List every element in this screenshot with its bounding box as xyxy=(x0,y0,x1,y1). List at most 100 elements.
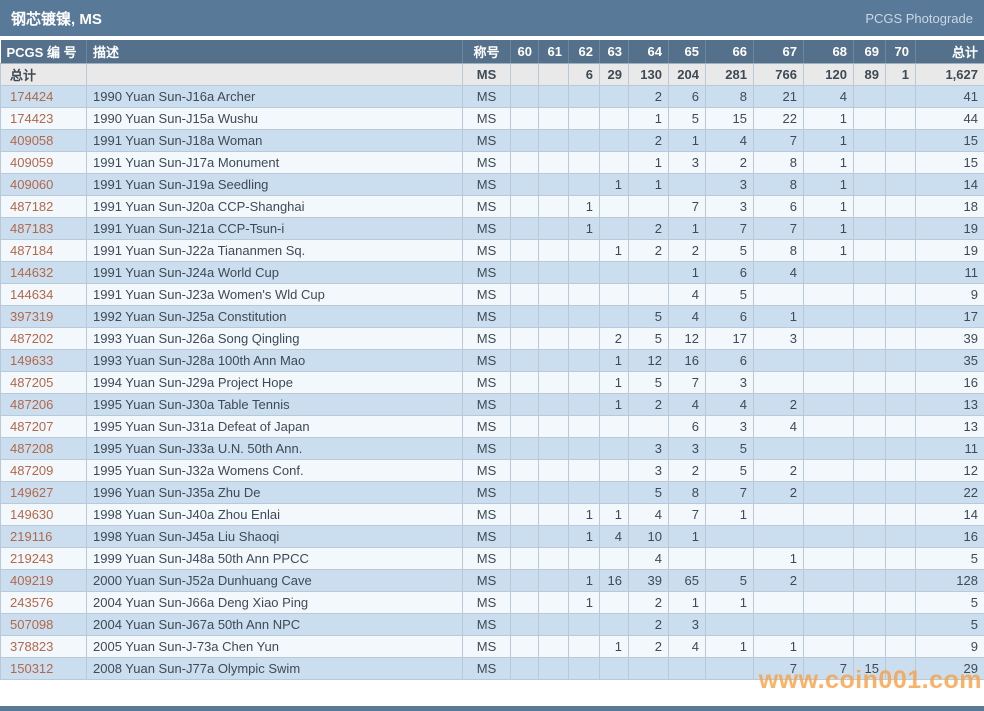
grade-count-62 xyxy=(569,107,600,129)
grade-count-63: 1 xyxy=(600,349,629,371)
row-total: 11 xyxy=(916,261,984,283)
grade-count-67 xyxy=(754,591,804,613)
pcgs-number-link[interactable]: 507098 xyxy=(1,613,87,635)
grade-count-63 xyxy=(600,415,629,437)
grade-count-63: 16 xyxy=(600,569,629,591)
grade-count-61 xyxy=(539,349,569,371)
totals-grade-70: 1 xyxy=(886,63,916,85)
grade-count-70 xyxy=(886,151,916,173)
col-header-grade-66: 66 xyxy=(706,40,754,63)
grade-count-66: 7 xyxy=(706,217,754,239)
grade-count-66: 5 xyxy=(706,569,754,591)
coin-description: 1995 Yuan Sun-J33a U.N. 50th Ann. xyxy=(87,437,463,459)
pcgs-number-link[interactable]: 487207 xyxy=(1,415,87,437)
pcgs-number-link[interactable]: 144632 xyxy=(1,261,87,283)
table-row: 1446341991 Yuan Sun-J23a Women's Wld Cup… xyxy=(1,283,984,305)
grade-count-65: 1 xyxy=(669,217,706,239)
grade-count-69 xyxy=(854,613,886,635)
grade-count-66: 1 xyxy=(706,503,754,525)
pcgs-number-link[interactable]: 409059 xyxy=(1,151,87,173)
designation-value: MS xyxy=(463,371,511,393)
pcgs-number-link[interactable]: 378823 xyxy=(1,635,87,657)
totals-grade-64: 130 xyxy=(629,63,669,85)
pcgs-number-link[interactable]: 487206 xyxy=(1,393,87,415)
grade-count-67: 6 xyxy=(754,195,804,217)
grade-count-60 xyxy=(511,349,539,371)
table-row: 4090591991 Yuan Sun-J17a MonumentMS13281… xyxy=(1,151,984,173)
grade-count-70 xyxy=(886,635,916,657)
pcgs-number-link[interactable]: 144634 xyxy=(1,283,87,305)
grade-count-68 xyxy=(804,481,854,503)
pcgs-number-link[interactable]: 409060 xyxy=(1,173,87,195)
coin-description: 2004 Yuan Sun-J67a 50th Ann NPC xyxy=(87,613,463,635)
bottom-bar xyxy=(0,706,984,711)
grade-count-65: 7 xyxy=(669,503,706,525)
pcgs-number-link[interactable]: 487205 xyxy=(1,371,87,393)
pcgs-number-link[interactable]: 174424 xyxy=(1,85,87,107)
grade-count-68: 1 xyxy=(804,239,854,261)
grade-count-68: 7 xyxy=(804,657,854,679)
table-row: 4872051994 Yuan Sun-J29a Project HopeMS1… xyxy=(1,371,984,393)
designation-value: MS xyxy=(463,437,511,459)
pcgs-number-link[interactable]: 149633 xyxy=(1,349,87,371)
coin-description: 1991 Yuan Sun-J23a Women's Wld Cup xyxy=(87,283,463,305)
col-header-grade-63: 63 xyxy=(600,40,629,63)
grade-count-65: 1 xyxy=(669,129,706,151)
pcgs-number-link[interactable]: 487183 xyxy=(1,217,87,239)
pcgs-number-link[interactable]: 243576 xyxy=(1,591,87,613)
grade-count-60 xyxy=(511,525,539,547)
row-total: 44 xyxy=(916,107,984,129)
pcgs-number-link[interactable]: 487182 xyxy=(1,195,87,217)
pcgs-number-link[interactable]: 174423 xyxy=(1,107,87,129)
grade-count-66: 2 xyxy=(706,151,754,173)
pcgs-number-link[interactable]: 487202 xyxy=(1,327,87,349)
pcgs-number-link[interactable]: 149630 xyxy=(1,503,87,525)
grade-count-69 xyxy=(854,481,886,503)
header-row: PCGS 编 号 描述 称号 60 61 62 63 64 65 66 67 6… xyxy=(1,40,984,63)
designation-value: MS xyxy=(463,525,511,547)
grade-count-66: 5 xyxy=(706,283,754,305)
grade-count-64: 5 xyxy=(629,481,669,503)
row-total: 9 xyxy=(916,283,984,305)
grade-count-66: 17 xyxy=(706,327,754,349)
photograde-label[interactable]: PCGS Photograde xyxy=(865,11,973,26)
grade-count-63 xyxy=(600,459,629,481)
grade-count-70 xyxy=(886,481,916,503)
grade-count-60 xyxy=(511,569,539,591)
grade-count-61 xyxy=(539,481,569,503)
pcgs-number-link[interactable]: 487184 xyxy=(1,239,87,261)
pcgs-number-link[interactable]: 487209 xyxy=(1,459,87,481)
grade-count-60 xyxy=(511,283,539,305)
grade-count-66: 3 xyxy=(706,173,754,195)
grade-count-67 xyxy=(754,283,804,305)
grade-count-69 xyxy=(854,569,886,591)
pcgs-number-link[interactable]: 150312 xyxy=(1,657,87,679)
grade-count-70 xyxy=(886,129,916,151)
pcgs-number-link[interactable]: 397319 xyxy=(1,305,87,327)
coin-description: 1999 Yuan Sun-J48a 50th Ann PPCC xyxy=(87,547,463,569)
grade-count-61 xyxy=(539,261,569,283)
totals-designation: MS xyxy=(463,63,511,85)
coin-description: 1991 Yuan Sun-J18a Woman xyxy=(87,129,463,151)
row-total: 29 xyxy=(916,657,984,679)
pcgs-number-link[interactable]: 219116 xyxy=(1,525,87,547)
pcgs-number-link[interactable]: 409058 xyxy=(1,129,87,151)
coin-description: 1993 Yuan Sun-J26a Song Qingling xyxy=(87,327,463,349)
grade-count-62: 1 xyxy=(569,217,600,239)
grade-count-63: 2 xyxy=(600,327,629,349)
table-row: 4871831991 Yuan Sun-J21a CCP-Tsun-iMS121… xyxy=(1,217,984,239)
grade-count-67 xyxy=(754,371,804,393)
grade-count-63: 1 xyxy=(600,239,629,261)
pcgs-number-link[interactable]: 409219 xyxy=(1,569,87,591)
grade-count-68 xyxy=(804,547,854,569)
totals-grade-62: 6 xyxy=(569,63,600,85)
pcgs-number-link[interactable]: 149627 xyxy=(1,481,87,503)
designation-value: MS xyxy=(463,635,511,657)
pcgs-number-link[interactable]: 219243 xyxy=(1,547,87,569)
grade-count-64: 5 xyxy=(629,305,669,327)
grade-count-68 xyxy=(804,327,854,349)
grade-count-61 xyxy=(539,459,569,481)
col-header-description: 描述 xyxy=(87,40,463,63)
grade-count-60 xyxy=(511,217,539,239)
pcgs-number-link[interactable]: 487208 xyxy=(1,437,87,459)
